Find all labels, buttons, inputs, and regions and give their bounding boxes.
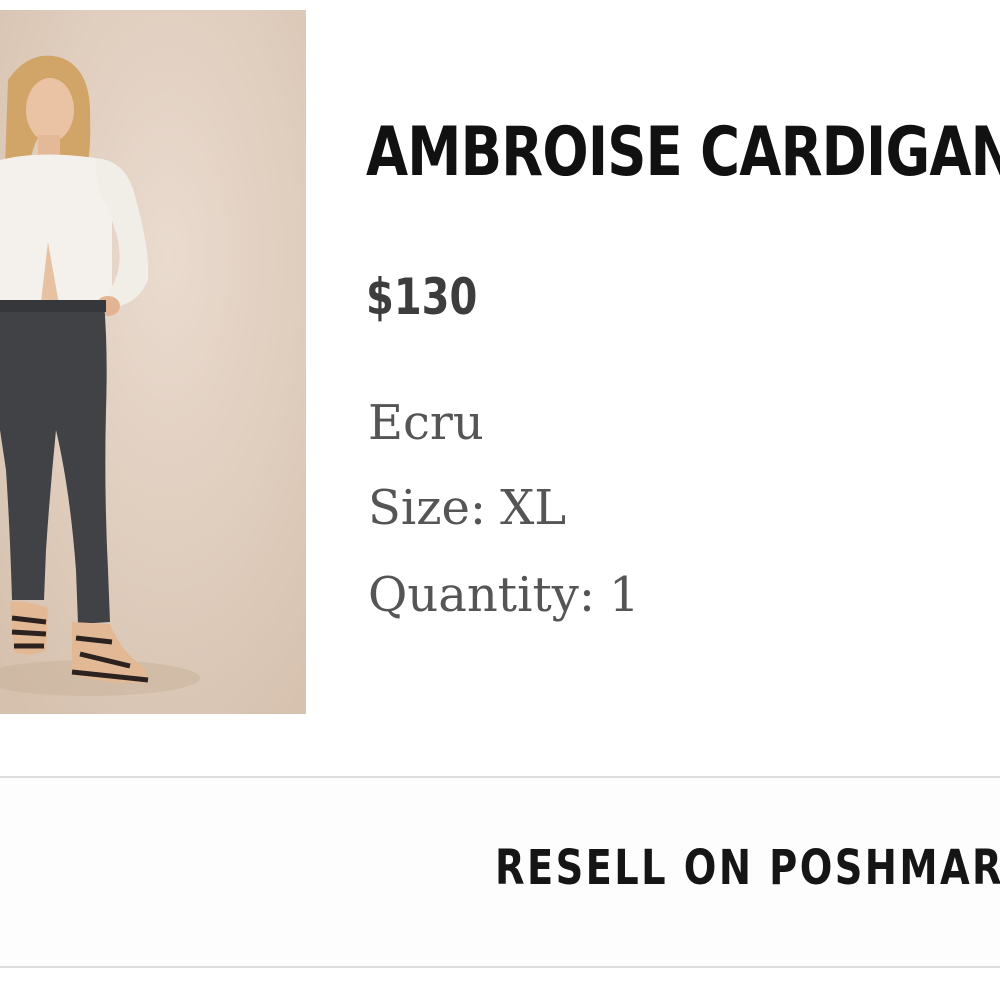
- size-value: XL: [500, 480, 567, 536]
- divider: [0, 966, 1000, 968]
- resell-on-poshmark-button[interactable]: RESELL ON POSHMARK: [0, 778, 1000, 966]
- resell-button-label: RESELL ON POSHMARK: [495, 840, 1000, 896]
- quantity-label: Quantity:: [368, 567, 596, 623]
- order-item-card: AMBROISE CARDIGAN $130 Ecru Size: XL Quan…: [0, 0, 1000, 1000]
- quantity-value: 1: [609, 567, 640, 623]
- product-image[interactable]: [0, 10, 306, 714]
- product-photo-illustration: [0, 10, 306, 714]
- product-price: $130: [366, 268, 478, 326]
- product-title: AMBROISE CARDIGAN: [366, 113, 1000, 192]
- product-color: Ecru: [368, 395, 484, 451]
- product-size: Size: XL: [368, 478, 566, 538]
- size-label: Size:: [368, 480, 487, 536]
- product-quantity: Quantity: 1: [368, 565, 640, 625]
